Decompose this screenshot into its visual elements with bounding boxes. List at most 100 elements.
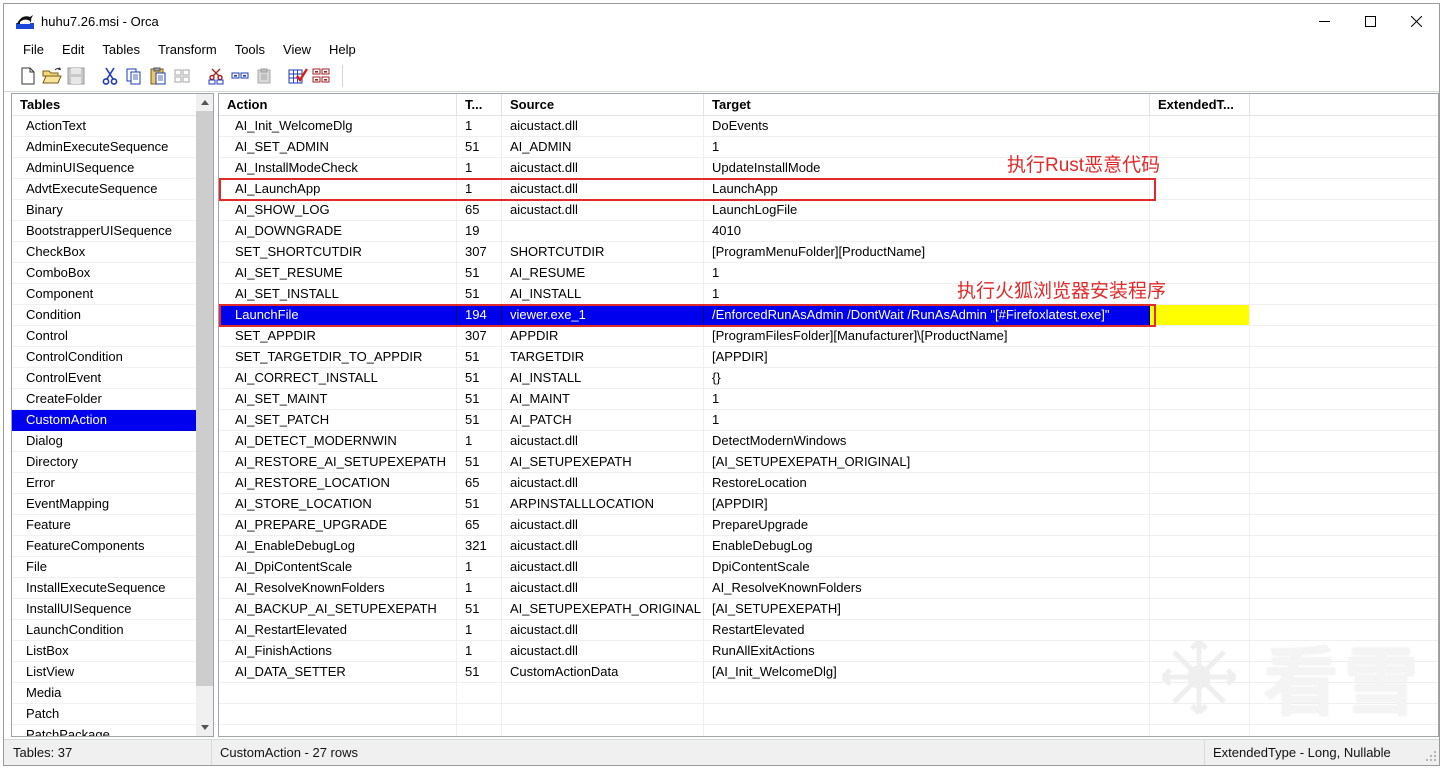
- cell-type[interactable]: 51: [457, 452, 502, 472]
- validate-table-icon[interactable]: [286, 65, 310, 87]
- cell-extendedtype[interactable]: [1150, 704, 1250, 724]
- cell-extendedtype[interactable]: [1150, 557, 1250, 577]
- cell-extendedtype[interactable]: [1150, 452, 1250, 472]
- cell-extendedtype[interactable]: [1150, 662, 1250, 682]
- cell-target[interactable]: RunAllExitActions: [704, 641, 1150, 661]
- cell-action[interactable]: AI_SET_MAINT: [219, 389, 457, 409]
- cell-extendedtype[interactable]: [1150, 578, 1250, 598]
- scroll-up-icon[interactable]: [196, 94, 213, 111]
- cell-extendedtype[interactable]: [1150, 158, 1250, 178]
- copy-rows-icon[interactable]: [228, 65, 252, 87]
- cell-type[interactable]: 51: [457, 410, 502, 430]
- cell-extendedtype[interactable]: [1150, 431, 1250, 451]
- sidebar-item-dialog[interactable]: Dialog: [12, 431, 196, 452]
- tables-icon[interactable]: [310, 65, 334, 87]
- paste-icon[interactable]: [146, 65, 170, 87]
- sidebar-item-patchpackage[interactable]: PatchPackage: [12, 725, 196, 736]
- menu-item-edit[interactable]: Edit: [53, 40, 93, 59]
- cell-target[interactable]: DoEvents: [704, 116, 1150, 136]
- cell-action[interactable]: AI_SHOW_LOG: [219, 200, 457, 220]
- cell-extendedtype[interactable]: [1150, 305, 1250, 325]
- cell-target[interactable]: 1: [704, 284, 1150, 304]
- sidebar-item-directory[interactable]: Directory: [12, 452, 196, 473]
- cell-source[interactable]: aicustact.dll: [502, 158, 704, 178]
- cell-type[interactable]: 51: [457, 284, 502, 304]
- cell-source[interactable]: TARGETDIR: [502, 347, 704, 367]
- cell-action[interactable]: AI_RESTORE_AI_SETUPEXEPATH: [219, 452, 457, 472]
- cell-type[interactable]: 1: [457, 641, 502, 661]
- table-row[interactable]: SET_SHORTCUTDIR 307 SHORTCUTDIR [Program…: [219, 242, 1438, 263]
- cell-action[interactable]: [219, 683, 457, 703]
- cell-extendedtype[interactable]: [1150, 347, 1250, 367]
- cell-action[interactable]: SET_TARGETDIR_TO_APPDIR: [219, 347, 457, 367]
- cell-type[interactable]: 1: [457, 179, 502, 199]
- cell-type[interactable]: 65: [457, 473, 502, 493]
- cell-action[interactable]: AI_CORRECT_INSTALL: [219, 368, 457, 388]
- cell-source[interactable]: CustomActionData: [502, 662, 704, 682]
- cell-action[interactable]: AI_SET_INSTALL: [219, 284, 457, 304]
- table-row[interactable]: AI_InstallModeCheck 1 aicustact.dll Upda…: [219, 158, 1438, 179]
- sidebar-item-component[interactable]: Component: [12, 284, 196, 305]
- cell-target[interactable]: UpdateInstallMode: [704, 158, 1150, 178]
- cell-action[interactable]: AI_SET_PATCH: [219, 410, 457, 430]
- cell-action[interactable]: AI_InstallModeCheck: [219, 158, 457, 178]
- cell-target[interactable]: LaunchApp: [704, 179, 1150, 199]
- cell-type[interactable]: [457, 704, 502, 724]
- sidebar-item-featurecomponents[interactable]: FeatureComponents: [12, 536, 196, 557]
- sidebar-item-binary[interactable]: Binary: [12, 200, 196, 221]
- table-row[interactable]: AI_BACKUP_AI_SETUPEXEPATH 51 AI_SETUPEXE…: [219, 599, 1438, 620]
- table-row[interactable]: AI_RestartElevated 1 aicustact.dll Resta…: [219, 620, 1438, 641]
- sidebar-item-installuisequence[interactable]: InstallUISequence: [12, 599, 196, 620]
- cell-extendedtype[interactable]: [1150, 368, 1250, 388]
- table-row[interactable]: AI_ResolveKnownFolders 1 aicustact.dll A…: [219, 578, 1438, 599]
- cell-target[interactable]: {}: [704, 368, 1150, 388]
- cell-target[interactable]: [AI_Init_WelcomeDlg]: [704, 662, 1150, 682]
- cell-action[interactable]: AI_RestartElevated: [219, 620, 457, 640]
- cell-extendedtype[interactable]: [1150, 494, 1250, 514]
- cell-source[interactable]: aicustact.dll: [502, 200, 704, 220]
- table-row[interactable]: AI_STORE_LOCATION 51 ARPINSTALLLOCATION …: [219, 494, 1438, 515]
- sidebar-item-media[interactable]: Media: [12, 683, 196, 704]
- sidebar-item-listbox[interactable]: ListBox: [12, 641, 196, 662]
- cell-source[interactable]: aicustact.dll: [502, 557, 704, 577]
- cell-source[interactable]: SHORTCUTDIR: [502, 242, 704, 262]
- menu-item-transform[interactable]: Transform: [149, 40, 226, 59]
- cell-extendedtype[interactable]: [1150, 137, 1250, 157]
- cell-source[interactable]: [502, 725, 704, 736]
- cell-type[interactable]: 1: [457, 578, 502, 598]
- cell-action[interactable]: SET_SHORTCUTDIR: [219, 242, 457, 262]
- column-header-type[interactable]: T...: [457, 94, 502, 115]
- cell-source[interactable]: aicustact.dll: [502, 578, 704, 598]
- scroll-down-icon[interactable]: [196, 719, 213, 736]
- table-row[interactable]: AI_SET_PATCH 51 AI_PATCH 1: [219, 410, 1438, 431]
- cell-type[interactable]: [457, 725, 502, 736]
- cell-target[interactable]: RestoreLocation: [704, 473, 1150, 493]
- cell-type[interactable]: 65: [457, 515, 502, 535]
- table-row[interactable]: AI_DETECT_MODERNWIN 1 aicustact.dll Dete…: [219, 431, 1438, 452]
- cell-source[interactable]: aicustact.dll: [502, 179, 704, 199]
- cell-source[interactable]: [502, 683, 704, 703]
- cell-extendedtype[interactable]: [1150, 242, 1250, 262]
- sidebar-item-file[interactable]: File: [12, 557, 196, 578]
- sidebar-item-launchcondition[interactable]: LaunchCondition: [12, 620, 196, 641]
- table-row[interactable]: AI_SET_INSTALL 51 AI_INSTALL 1: [219, 284, 1438, 305]
- cell-extendedtype[interactable]: [1150, 116, 1250, 136]
- cell-source[interactable]: [502, 704, 704, 724]
- table-row[interactable]: AI_SET_ADMIN 51 AI_ADMIN 1: [219, 137, 1438, 158]
- cell-extendedtype[interactable]: [1150, 326, 1250, 346]
- cell-type[interactable]: 51: [457, 494, 502, 514]
- table-row[interactable]: AI_RESTORE_LOCATION 65 aicustact.dll Res…: [219, 473, 1438, 494]
- sidebar-item-actiontext[interactable]: ActionText: [12, 116, 196, 137]
- cell-target[interactable]: [APPDIR]: [704, 347, 1150, 367]
- column-header-target[interactable]: Target: [704, 94, 1150, 115]
- cell-target[interactable]: [704, 725, 1150, 736]
- scrollbar-thumb[interactable]: [196, 111, 213, 686]
- menu-item-help[interactable]: Help: [320, 40, 365, 59]
- cell-extendedtype[interactable]: [1150, 683, 1250, 703]
- cell-action[interactable]: AI_DOWNGRADE: [219, 221, 457, 241]
- minimize-button[interactable]: [1301, 4, 1347, 38]
- cell-source[interactable]: AI_SETUPEXEPATH: [502, 452, 704, 472]
- cell-extendedtype[interactable]: [1150, 725, 1250, 736]
- cell-action[interactable]: AI_EnableDebugLog: [219, 536, 457, 556]
- sidebar-item-error[interactable]: Error: [12, 473, 196, 494]
